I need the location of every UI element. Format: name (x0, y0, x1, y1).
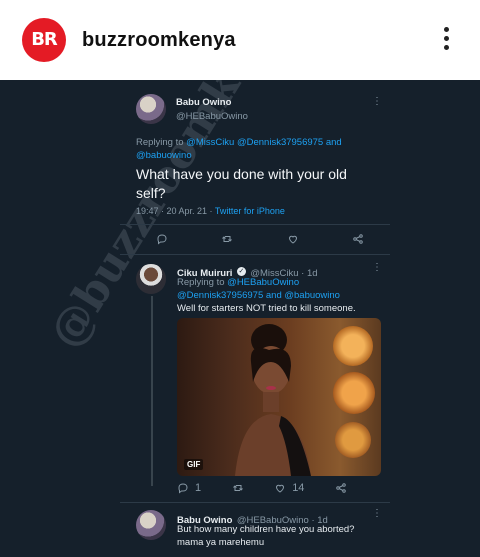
tweet-text: What have you done with your old self? (136, 165, 347, 203)
share-icon[interactable] (335, 482, 347, 494)
third-menu-icon[interactable]: ⋮ (372, 508, 382, 519)
verified-badge-icon: ✓ (236, 267, 246, 277)
replying-to: Replying to @MissCiku @Dennisk37956975 a… (136, 136, 342, 162)
reply-count: 1 (195, 482, 202, 494)
reply-icon[interactable] (156, 233, 168, 245)
retweet-icon[interactable] (221, 233, 233, 245)
retweet-icon[interactable] (232, 482, 244, 494)
share-icon[interactable] (352, 233, 364, 245)
profile-username[interactable]: buzzroomkenya (82, 29, 236, 52)
like-icon (276, 484, 285, 493)
third-text-line2: mama ya marehemu (177, 537, 265, 548)
reaction-gif[interactable]: GIF (177, 318, 381, 476)
third-text-line1: But how many children have you aborted? (177, 524, 355, 535)
gif-woman-figure (235, 324, 311, 476)
reply-reply-button[interactable]: 1 (177, 482, 201, 494)
tweet-text-line1: What have you done with your old (136, 166, 347, 182)
replying-prefix: Replying to (136, 137, 184, 148)
replying-mentions[interactable]: @MissCiku @Dennisk37956975 and (186, 137, 342, 148)
gif-background-light (333, 372, 375, 414)
reply-replying-to: Replying to @HEBabuOwino @Dennisk3795697… (177, 276, 340, 302)
reply-like-button[interactable]: 14 (274, 482, 304, 494)
like-icon[interactable] (287, 233, 299, 245)
tweet-timestamp[interactable]: 19:47 · 20 Apr. 21 · (136, 206, 213, 216)
tweet-text-line2: self? (136, 185, 166, 201)
tweet-menu-icon[interactable]: ⋮ (372, 96, 382, 107)
post-header: BR buzzroomkenya (0, 0, 480, 80)
avatar-ciku-muiruri[interactable] (136, 264, 166, 294)
like-count: 14 (292, 482, 305, 494)
reply-icon (178, 483, 188, 494)
replying-mention-babuowino[interactable]: @babuowino (136, 150, 192, 161)
more-options-icon[interactable] (444, 27, 450, 53)
tweet-meta: 19:47 · 20 Apr. 21 · Twitter for iPhone (136, 206, 285, 216)
profile-avatar-logo[interactable]: BR (22, 18, 66, 62)
reply-text: Well for starters NOT tried to kill some… (177, 303, 356, 314)
reply-mentions-others[interactable]: @Dennisk37956975 and @babuowino (177, 290, 340, 301)
reply-actions: 1 14 (177, 482, 347, 494)
divider (120, 502, 390, 503)
gif-background-light (335, 422, 371, 458)
tweet-author-handle[interactable]: @HEBabuOwino (176, 111, 248, 122)
avatar-babu-owino-2[interactable] (136, 510, 166, 540)
tweet-author-name[interactable]: Babu Owino (176, 97, 231, 108)
main-actions (156, 233, 364, 245)
gif-badge: GIF (184, 459, 204, 470)
third-text: But how many children have you aborted? … (177, 523, 354, 549)
divider (120, 224, 390, 225)
avatar-babu-owino[interactable] (136, 94, 166, 124)
gif-background-light (333, 326, 373, 366)
tweet-screenshot: @buzzroomkenya Babu Owino @HEBabuOwino ⋮… (0, 80, 480, 557)
reply-menu-icon[interactable]: ⋮ (372, 262, 382, 273)
divider (120, 254, 390, 255)
reply-mention-hebabuowino[interactable]: @HEBabuOwino (227, 277, 299, 288)
thread-line (151, 296, 153, 486)
reply-replying-prefix: Replying to (177, 277, 225, 288)
tweet-source[interactable]: Twitter for iPhone (215, 206, 285, 216)
